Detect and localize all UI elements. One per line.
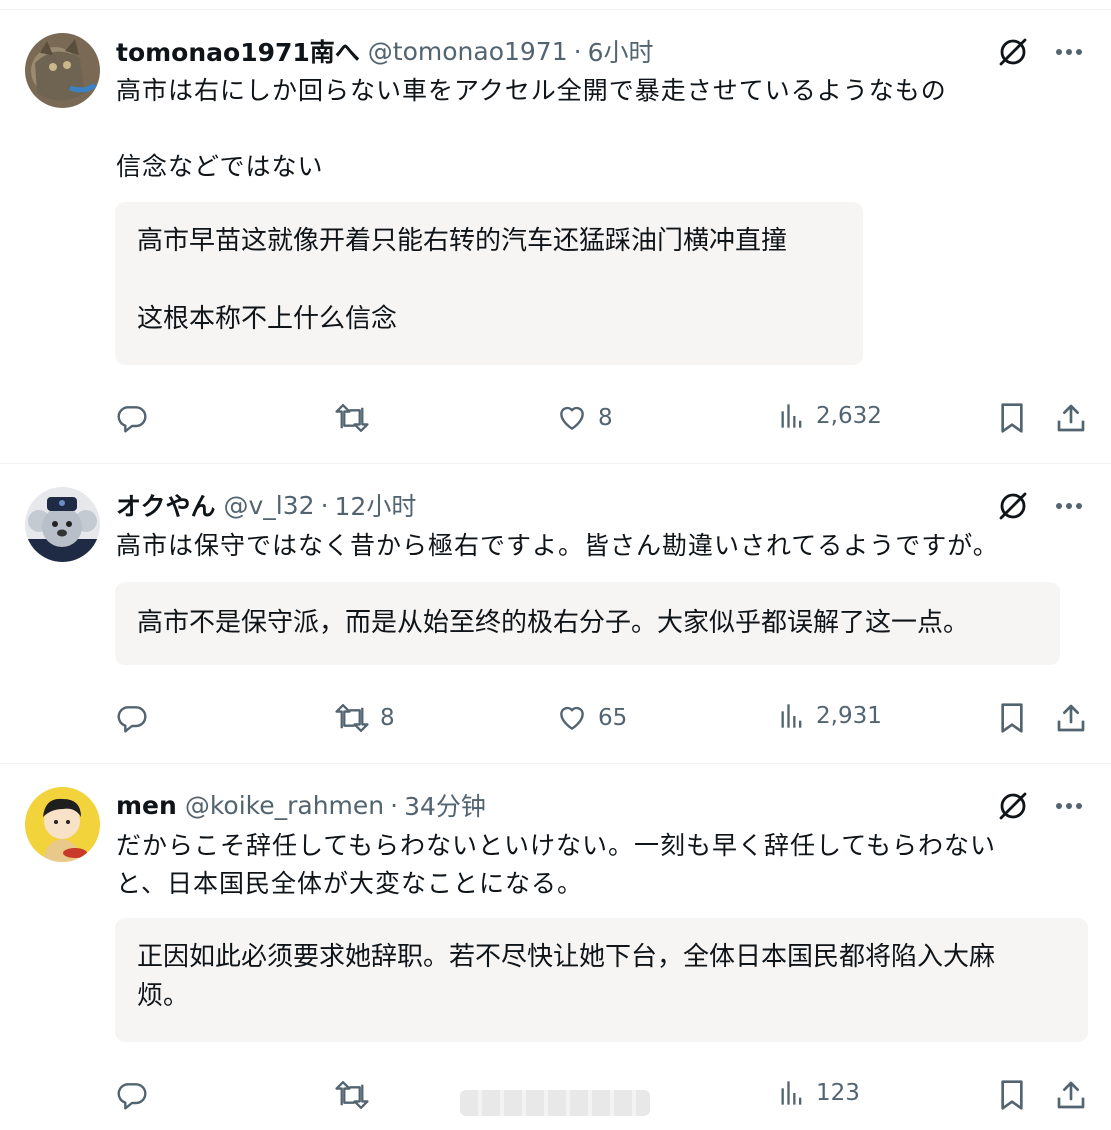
grok-icon[interactable] — [997, 36, 1029, 68]
like-button[interactable]: 65 — [556, 702, 627, 734]
translation-box: 高市不是保守派，而是从始至终的极右分子。大家似乎都误解了这一点。 — [115, 582, 1060, 665]
bookmark-icon — [998, 702, 1026, 734]
header-icons — [997, 36, 1083, 68]
display-name[interactable]: オクやん — [116, 487, 216, 523]
view-count: 2,931 — [816, 703, 882, 729]
share-button[interactable] — [1055, 1079, 1087, 1111]
tweet-text: 高市は保守ではなく昔から極右ですよ。皆さん勘違いされてるようですが。 — [116, 531, 999, 560]
top-divider — [0, 9, 1111, 10]
retweet-button[interactable]: 8 — [334, 702, 395, 734]
like-button[interactable]: 8 — [556, 402, 613, 434]
more-icon[interactable] — [1055, 48, 1083, 56]
bookmark-button[interactable] — [998, 1079, 1026, 1111]
separator: · — [390, 790, 399, 820]
reply-button[interactable] — [116, 1079, 158, 1111]
view-count: 123 — [816, 1080, 860, 1106]
share-icon — [1055, 702, 1087, 734]
more-icon[interactable] — [1055, 802, 1083, 810]
bookmark-button[interactable] — [998, 402, 1026, 434]
separator: · — [573, 36, 582, 66]
bookmark-button[interactable] — [998, 702, 1026, 734]
retweet-icon — [334, 702, 370, 734]
heart-icon — [556, 702, 588, 734]
tweet-divider — [0, 463, 1111, 464]
views-button[interactable]: 2,931 — [778, 702, 882, 730]
tweet-text: だからこそ辞任してもらわないといけない。一刻も早く辞任してもらわない と、日本国… — [116, 831, 997, 898]
translation-box: 高市早苗这就像开着只能右转的汽车还猛踩油门横冲直撞 这根本称不上什么信念 — [115, 202, 863, 365]
avatar[interactable] — [25, 487, 100, 562]
analytics-icon — [778, 1079, 806, 1107]
translation-box: 正因如此必须要求她辞职。若不尽快让她下台，全体日本国民都将陷入大麻 烦。 — [115, 918, 1088, 1042]
action-bar: 8 2,632 — [0, 402, 1111, 442]
watermark-overlay — [460, 1090, 650, 1116]
tweet-divider — [0, 763, 1111, 764]
action-bar: 8 65 2,931 — [0, 702, 1111, 742]
analytics-icon — [778, 702, 806, 730]
display-name[interactable]: tomonao1971南へ — [116, 33, 360, 69]
user-handle[interactable]: @tomonao1971 — [368, 37, 568, 66]
tweet-header: men @koike_rahmen · 34分钟 — [116, 788, 486, 822]
separator: · — [320, 490, 329, 520]
header-icons — [997, 490, 1083, 522]
share-button[interactable] — [1055, 702, 1087, 734]
retweet-button[interactable] — [334, 402, 380, 434]
user-handle[interactable]: @v_l32 — [224, 491, 315, 520]
tweet-header: オクやん @v_l32 · 12小时 — [116, 488, 416, 522]
like-count: 8 — [598, 405, 613, 431]
heart-icon — [556, 402, 588, 434]
retweet-count: 8 — [380, 705, 395, 731]
retweet-button[interactable] — [334, 1079, 380, 1111]
timestamp[interactable]: 34分钟 — [404, 787, 486, 823]
user-handle[interactable]: @koike_rahmen — [185, 791, 384, 820]
like-count: 65 — [598, 705, 628, 731]
display-name[interactable]: men — [116, 791, 177, 820]
reply-button[interactable] — [116, 702, 158, 734]
tweet-header: tomonao1971南へ @tomonao1971 · 6小时 — [116, 34, 653, 68]
views-button[interactable]: 2,632 — [778, 402, 882, 430]
reply-icon — [116, 702, 148, 734]
analytics-icon — [778, 402, 806, 430]
reply-icon — [116, 1079, 148, 1111]
bookmark-icon — [998, 402, 1026, 434]
reply-icon — [116, 402, 148, 434]
reply-button[interactable] — [116, 402, 158, 434]
header-icons — [997, 790, 1083, 822]
share-button[interactable] — [1055, 402, 1087, 434]
grok-icon[interactable] — [997, 790, 1029, 822]
timestamp[interactable]: 6小时 — [588, 33, 654, 69]
grok-icon[interactable] — [997, 490, 1029, 522]
retweet-icon — [334, 1079, 370, 1111]
avatar[interactable] — [25, 33, 100, 108]
share-icon — [1055, 402, 1087, 434]
views-button[interactable]: 123 — [778, 1079, 860, 1107]
share-icon — [1055, 1079, 1087, 1111]
view-count: 2,632 — [816, 403, 882, 429]
more-icon[interactable] — [1055, 502, 1083, 510]
avatar[interactable] — [25, 787, 100, 862]
retweet-icon — [334, 402, 370, 434]
bookmark-icon — [998, 1079, 1026, 1111]
timestamp[interactable]: 12小时 — [335, 487, 417, 523]
tweet-text: 高市は右にしか回らない車をアクセル全開で暴走させているようなもの 信念などではな… — [116, 76, 947, 181]
